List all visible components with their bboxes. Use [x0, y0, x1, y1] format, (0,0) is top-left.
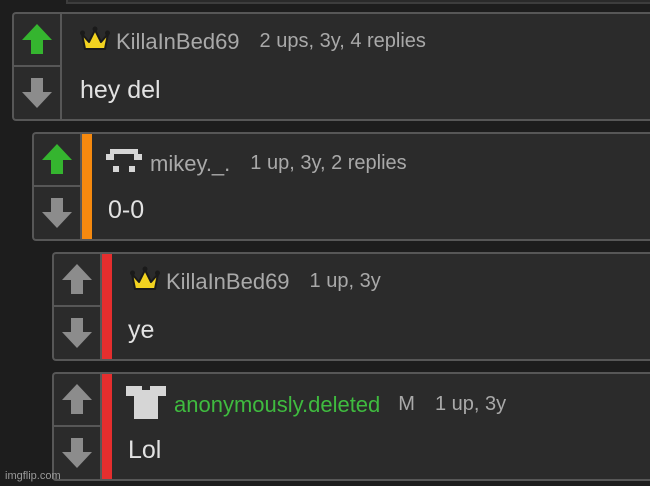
comment-meta: 1 up, 3y, 2 replies: [250, 152, 407, 174]
watermark: imgflip.com: [5, 470, 61, 482]
comment-meta: 1 up, 3y: [434, 393, 507, 415]
vote-column: [54, 254, 102, 359]
comment-text: Lol: [128, 436, 162, 464]
crown-icon: [130, 266, 160, 297]
comment: KillaInBed69 2 ups, 3y, 4 replies hey de…: [12, 12, 650, 121]
comment-meta: 1 up, 3y: [309, 270, 381, 292]
previous-comment-edge: [66, 0, 650, 4]
vote-column: [54, 374, 102, 479]
vote-column: [34, 134, 82, 239]
reply-depth-stripe: [102, 374, 112, 479]
username-link[interactable]: KillaInBed69: [166, 269, 290, 295]
comment-header: mikey._. 1 up, 3y, 2 replies: [104, 146, 407, 181]
downvote-arrow-icon: [62, 437, 92, 468]
comment-meta: 2 ups, 3y, 4 replies: [259, 30, 426, 52]
mod-tag: M: [398, 393, 415, 415]
username-link[interactable]: KillaInBed69: [116, 29, 240, 55]
username-link[interactable]: anonymously.deleted: [174, 392, 380, 418]
upvote-arrow-icon: [62, 264, 92, 295]
upvote-arrow-icon: [62, 384, 92, 415]
upvote-button[interactable]: [34, 134, 80, 187]
downvote-button[interactable]: [14, 67, 60, 120]
downvote-button[interactable]: [54, 427, 100, 480]
vote-column: [14, 14, 62, 119]
upvote-button[interactable]: [54, 254, 100, 307]
downvote-arrow-icon: [22, 77, 52, 108]
comment-text: 0-0: [108, 196, 145, 224]
crown-icon: [80, 26, 110, 57]
shirt-icon: [124, 384, 168, 425]
reply-depth-stripe: [82, 134, 92, 239]
comment-text: ye: [128, 316, 155, 344]
downvote-arrow-icon: [62, 317, 92, 348]
downvote-button[interactable]: [34, 187, 80, 240]
reply-depth-stripe: [102, 254, 112, 359]
comment-header: KillaInBed69 1 up, 3y: [130, 266, 381, 297]
upvote-arrow-icon: [22, 24, 52, 55]
username-link[interactable]: mikey._.: [150, 151, 230, 177]
upvote-button[interactable]: [14, 14, 60, 67]
comment: mikey._. 1 up, 3y, 2 replies 0-0: [32, 132, 650, 241]
comment-text: hey del: [80, 76, 161, 104]
comment-header: anonymously.deleted M 1 up, 3y: [124, 384, 506, 425]
upvote-button[interactable]: [54, 374, 100, 427]
comment: KillaInBed69 1 up, 3y ye: [52, 252, 650, 361]
comment-header: KillaInBed69 2 ups, 3y, 4 replies: [80, 26, 426, 57]
comment: anonymously.deleted M 1 up, 3y Lol: [52, 372, 650, 481]
pixel-face-icon: [104, 146, 144, 181]
upvote-arrow-icon: [42, 144, 72, 175]
downvote-arrow-icon: [42, 197, 72, 228]
downvote-button[interactable]: [54, 307, 100, 360]
